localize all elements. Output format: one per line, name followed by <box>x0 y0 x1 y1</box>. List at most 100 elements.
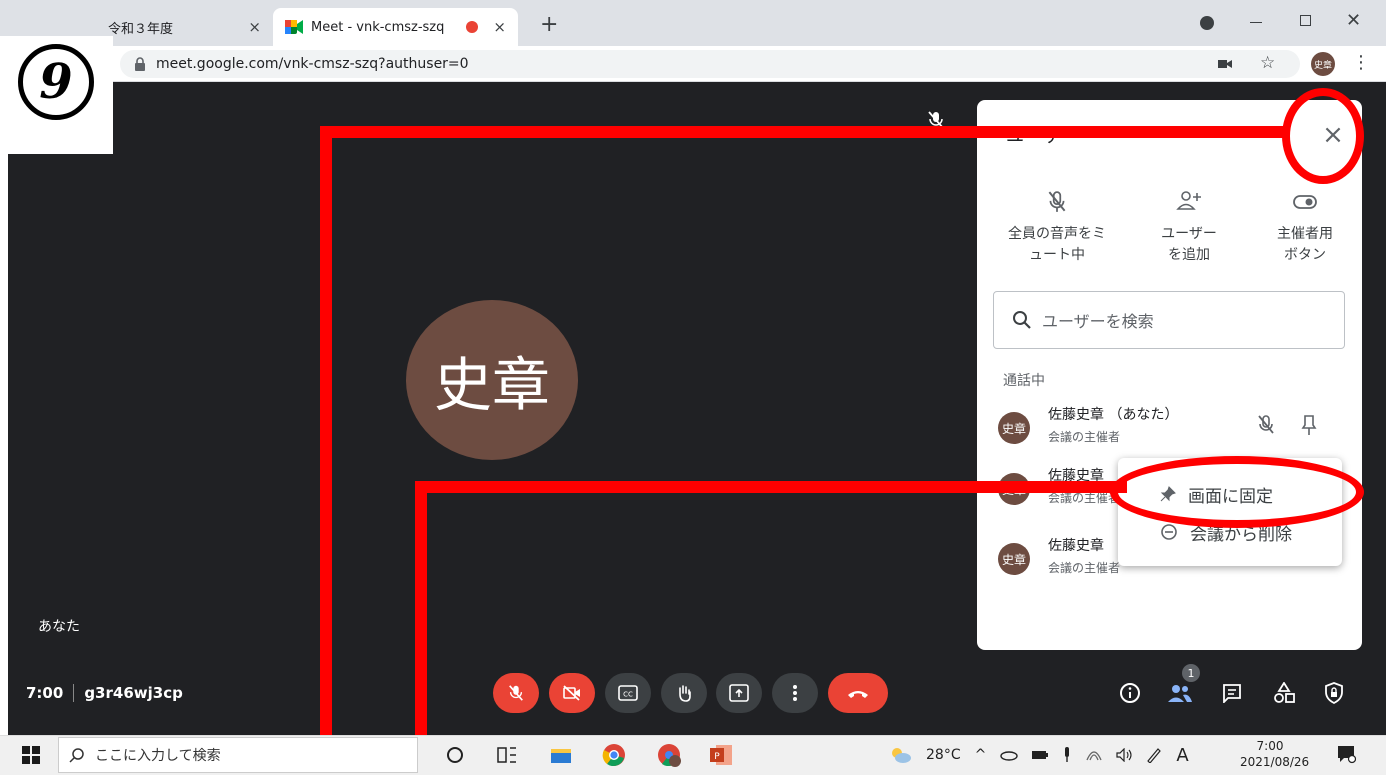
step-number: 9 <box>18 44 94 120</box>
powerpoint-icon[interactable]: P <box>708 742 734 768</box>
action-label-line2: ボタン <box>1284 247 1326 263</box>
hand-icon <box>679 685 691 702</box>
participant-avatar: 史章 <box>406 300 578 460</box>
mic-toggle-button[interactable] <box>493 673 539 713</box>
chrome-icon[interactable] <box>601 742 627 768</box>
weather-cloud-icon <box>892 748 911 763</box>
list-item: 史章 佐藤史章 （あなた） 会議の主催者 <box>998 404 1338 454</box>
annotation-line <box>320 126 332 735</box>
shield-lock-icon <box>1325 682 1343 704</box>
in-call-heading: 通話中 <box>1003 373 1045 389</box>
person-name: 佐藤史章 <box>1048 538 1104 554</box>
tab-reiwa[interactable]: 令和３年度 × <box>108 8 273 46</box>
profile-avatar[interactable]: 史章 <box>1311 52 1335 76</box>
notification-icon[interactable] <box>1336 744 1356 764</box>
pen-icon[interactable] <box>1146 747 1162 763</box>
action-label-line1: ユーザー <box>1161 226 1217 242</box>
remove-circle-icon <box>1161 524 1177 540</box>
raise-hand-button[interactable] <box>661 673 707 713</box>
activities-button[interactable] <box>1267 676 1301 710</box>
new-tab-button[interactable]: + <box>540 12 558 37</box>
chat-icon <box>1223 684 1241 703</box>
taskbar-clock[interactable]: 7:00 2021/08/26 <box>1240 738 1310 770</box>
tab-close-icon[interactable]: × <box>493 18 506 36</box>
add-people-button[interactable]: ユーザー を追加 <box>1129 190 1249 266</box>
present-button[interactable] <box>716 673 762 713</box>
weather-temp[interactable]: 28°C <box>926 747 961 763</box>
leave-call-button[interactable] <box>828 673 888 713</box>
divider <box>73 684 75 702</box>
camera-icon[interactable] <box>1218 59 1232 69</box>
chat-button[interactable] <box>1215 676 1249 710</box>
onedrive-icon[interactable] <box>1000 749 1019 761</box>
self-label: あなた <box>38 619 80 635</box>
annotation-line <box>415 481 1127 493</box>
restore-icon[interactable] <box>1300 15 1311 26</box>
captions-button[interactable]: CC <box>605 673 651 713</box>
annotation-circle <box>1282 88 1364 184</box>
more-vert-icon <box>793 685 797 701</box>
address-bar-row: meet.google.com/vnk-cmsz-szq?authuser=0 … <box>0 46 1386 82</box>
meeting-time: 7:00 <box>26 684 64 702</box>
bookmark-star-icon[interactable]: ☆ <box>1260 53 1275 73</box>
activities-icon <box>1274 682 1295 703</box>
avatar: 史章 <box>998 543 1030 575</box>
camera-off-icon <box>563 685 580 701</box>
chevron-up-icon[interactable]: ^ <box>975 747 987 763</box>
search-icon <box>1013 311 1031 329</box>
cortana-icon[interactable] <box>442 742 468 768</box>
action-label-line1: 主催者用 <box>1277 226 1333 242</box>
people-count-badge: 1 <box>1182 664 1200 682</box>
recording-icon <box>466 21 478 33</box>
clock-time: 7:00 <box>1256 739 1284 753</box>
person-role: 会議の主催者 <box>1048 561 1121 575</box>
svg-text:CC: CC <box>623 691 633 699</box>
wifi-icon[interactable] <box>1086 748 1102 762</box>
pin-icon[interactable] <box>1301 414 1317 436</box>
start-button[interactable] <box>22 746 40 764</box>
host-controls-toggle[interactable]: 主催者用 ボタン <box>1245 190 1365 266</box>
people-search-input[interactable]: ユーザーを検索 <box>993 291 1345 349</box>
battery-icon[interactable] <box>1032 750 1049 760</box>
taskbar-search-placeholder: ここに入力して検索 <box>95 748 221 764</box>
tab-meet[interactable]: Meet - vnk-cmsz-szq × <box>273 8 518 46</box>
person-name: 佐藤史章 （あなた） <box>1048 407 1179 423</box>
annotation-line <box>320 126 1286 138</box>
meet-logo-icon <box>285 20 303 34</box>
camera-toggle-button[interactable] <box>549 673 595 713</box>
windows-logo-icon <box>22 746 40 764</box>
action-label-line2: ュート中 <box>1029 247 1085 263</box>
search-icon <box>69 748 84 763</box>
microphone-icon[interactable] <box>1062 747 1072 763</box>
tab-title: 令和３年度 <box>108 21 174 37</box>
mic-off-icon <box>509 685 523 701</box>
host-controls-button[interactable] <box>1317 676 1351 710</box>
present-screen-icon <box>729 684 749 702</box>
window-close-icon[interactable]: ✕ <box>1346 10 1361 31</box>
chrome-profile-icon[interactable] <box>656 742 682 768</box>
file-explorer-icon[interactable] <box>548 742 574 768</box>
svg-text:P: P <box>714 752 720 762</box>
browser-menu-icon[interactable] <box>1200 16 1214 30</box>
person-role: 会議の主催者 <box>1048 430 1121 444</box>
more-options-button[interactable] <box>772 673 818 713</box>
meeting-details-button[interactable] <box>1113 676 1147 710</box>
person-add-icon <box>1176 191 1201 210</box>
minimize-icon[interactable] <box>1250 22 1262 23</box>
tab-close-icon[interactable]: × <box>248 18 261 36</box>
ime-indicator[interactable]: A <box>1176 745 1188 766</box>
mute-all-button[interactable]: 全員の音声をミ ュート中 <box>997 190 1117 266</box>
url-text: meet.google.com/vnk-cmsz-szq?authuser=0 <box>156 56 469 72</box>
clock-date: 2021/08/26 <box>1240 755 1310 769</box>
captions-icon: CC <box>618 685 638 701</box>
action-label-line1: 全員の音声をミ <box>1008 226 1106 242</box>
more-vert-icon[interactable]: ⋮ <box>1352 52 1370 73</box>
task-view-icon[interactable] <box>494 742 520 768</box>
taskbar-search-input[interactable]: ここに入力して検索 <box>58 737 418 773</box>
annotation-line <box>415 481 427 735</box>
meeting-info: 7:00 g3r46wj3cp <box>26 684 183 702</box>
speaker-icon[interactable] <box>1116 748 1132 762</box>
url-field[interactable]: meet.google.com/vnk-cmsz-szq?authuser=0 … <box>120 50 1300 78</box>
mic-off-icon <box>1048 191 1066 212</box>
tab-title: Meet - vnk-cmsz-szq <box>311 19 445 35</box>
